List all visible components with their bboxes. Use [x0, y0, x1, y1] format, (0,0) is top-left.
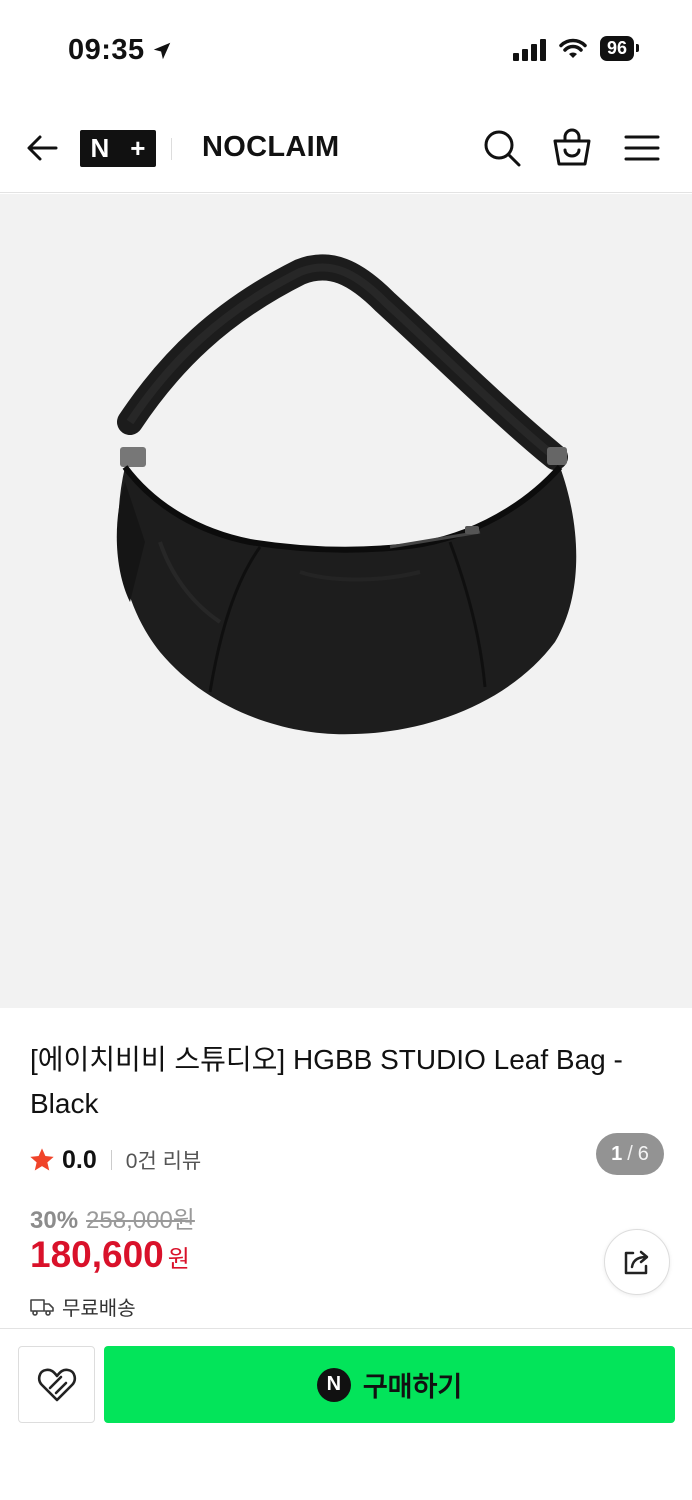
current-image-index: 1 [611, 1142, 623, 1165]
shipping-info: 무료배송 [30, 1292, 136, 1321]
rating-value: 0.0 [62, 1145, 97, 1174]
image-page-indicator: 1 / 6 [596, 1133, 664, 1175]
price-currency: 원 [167, 1246, 190, 1273]
logo-plus: + [130, 133, 146, 163]
review-count[interactable]: 0건 리뷰 [126, 1145, 201, 1175]
logo-letter-n: N [90, 133, 110, 163]
buy-button-label: 구매하기 [362, 1372, 463, 1402]
back-arrow-icon[interactable] [22, 128, 62, 168]
status-indicators: 96 [512, 36, 640, 61]
shopping-bag-icon[interactable] [550, 126, 594, 170]
header-divider [171, 138, 172, 160]
wishlist-button[interactable] [18, 1346, 95, 1423]
naver-pay-icon: N [316, 1367, 351, 1402]
battery-indicator: 96 [599, 36, 640, 61]
discount-rate: 30% [30, 1207, 79, 1234]
naver-plus-logo[interactable]: N + [80, 130, 156, 167]
original-price: 258,000원 [86, 1207, 195, 1234]
product-title: [에이치비비 스튜디오] HGBB STUDIO Leaf Bag - Blac… [30, 1044, 623, 1119]
store-name[interactable]: NOCLAIM [202, 131, 339, 164]
share-icon [624, 1250, 649, 1275]
rating-row[interactable]: 0.0 0건 리뷰 [28, 1143, 201, 1177]
buy-now-button[interactable]: N 구매하기 [104, 1346, 675, 1423]
status-time: 09:35 [68, 34, 173, 67]
bottom-action-bar: N 구매하기 [0, 1328, 692, 1500]
page-separator: / [627, 1142, 633, 1165]
location-arrow-icon [153, 42, 170, 59]
total-image-count: 6 [637, 1142, 649, 1165]
discount-row: 30% 258,000원 [30, 1200, 195, 1235]
menu-icon[interactable] [620, 126, 664, 170]
status-bar: 09:35 96 [0, 0, 692, 100]
star-icon [30, 1148, 54, 1171]
status-time-text: 09:35 [68, 34, 145, 66]
sale-price: 180,600 [30, 1234, 164, 1275]
delivery-truck-icon [30, 1298, 54, 1316]
product-image-leaf-bag [116, 254, 577, 735]
cellular-signal-icon [512, 37, 546, 61]
heart-icon [37, 1368, 76, 1401]
rating-divider [110, 1150, 112, 1170]
product-image-gallery[interactable]: 1 / 6 [0, 194, 692, 1175]
share-button[interactable] [604, 1229, 670, 1295]
sale-price-row: 180,600 원 [30, 1234, 190, 1276]
search-icon[interactable] [480, 126, 524, 170]
shipping-label: 무료배송 [62, 1298, 136, 1320]
top-navigation-bar: N + NOCLAIM [0, 100, 692, 193]
wifi-icon [559, 38, 587, 58]
